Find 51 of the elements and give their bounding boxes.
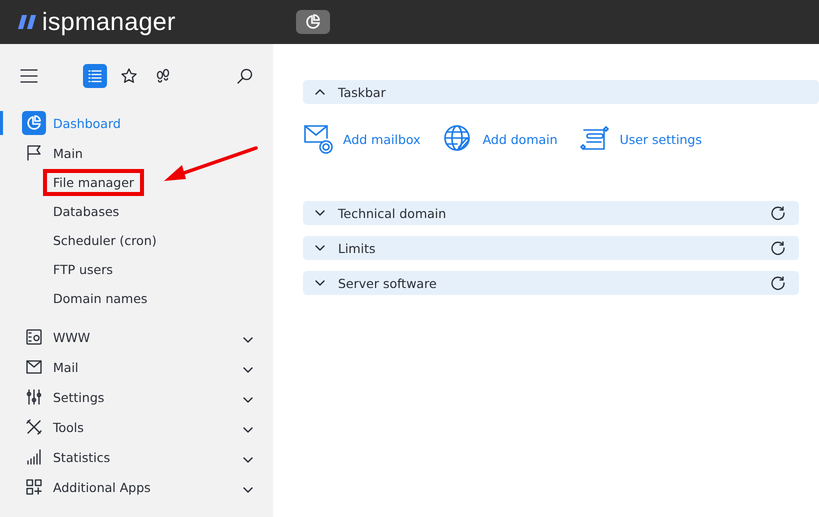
sliders-icon [26, 389, 42, 405]
sidebar-subitem[interactable]: Domain names [53, 291, 148, 306]
settings-form-icon [580, 126, 610, 152]
pie-chart-icon [26, 115, 42, 131]
chevron-down-icon[interactable] [243, 486, 253, 492]
sidebar-item[interactable]: WWW [0, 322, 273, 352]
taskbar-link[interactable]: Add domain [442, 124, 558, 154]
globe-pencil-icon [442, 124, 473, 154]
chevron-down-icon[interactable] [243, 396, 253, 402]
chevron-down-icon[interactable] [243, 336, 253, 342]
chevron-down-icon[interactable] [243, 426, 253, 432]
list-icon[interactable] [83, 64, 107, 88]
apps-icon [26, 479, 42, 495]
sidebar-item[interactable]: Dashboard [0, 108, 273, 138]
sidebar-item[interactable]: Statistics [0, 442, 273, 472]
logo: ispmanager [42, 10, 176, 34]
sidebar-subitem[interactable]: FTP users [53, 262, 113, 277]
menu-icon[interactable] [20, 69, 38, 83]
panel-header[interactable]: Taskbar [303, 80, 819, 104]
sidebar-subitem[interactable]: Databases [53, 204, 120, 219]
panel-header[interactable]: Server software [303, 271, 799, 295]
refresh-icon[interactable] [771, 241, 785, 255]
flag-icon [26, 145, 42, 161]
refresh-icon[interactable] [771, 276, 785, 290]
chevron-down-icon[interactable] [243, 366, 253, 372]
logo-icon [18, 15, 38, 29]
server-gear-icon [26, 329, 42, 345]
tools-icon [26, 419, 42, 435]
chevron-down-icon[interactable] [315, 245, 325, 251]
dashboard-button[interactable] [296, 10, 330, 34]
sidebar-subitem[interactable]: File manager [53, 175, 134, 190]
taskbar-link[interactable]: User settings [580, 126, 702, 152]
taskbar-link[interactable]: Add mailbox [303, 124, 421, 154]
pie-chart-icon [304, 14, 321, 30]
sidebar-item[interactable]: Mail [0, 352, 273, 382]
bar-chart-icon [26, 449, 42, 465]
sidebar-item[interactable]: Main [0, 138, 273, 168]
sidebar-item[interactable]: Additional Apps [0, 472, 273, 502]
chevron-down-icon[interactable] [315, 280, 325, 286]
chevron-down-icon[interactable] [315, 210, 325, 216]
sidebar-item[interactable]: Settings [0, 382, 273, 412]
sidebar-item[interactable]: Tools [0, 412, 273, 442]
mail-icon [26, 360, 42, 374]
panel-header[interactable]: Technical domain [303, 201, 799, 225]
search-icon[interactable] [237, 68, 253, 84]
chevron-down-icon[interactable] [243, 456, 253, 462]
chevron-up-icon[interactable] [315, 89, 325, 95]
sidebar-subitem[interactable]: Scheduler (cron) [53, 233, 157, 248]
panel-header[interactable]: Limits [303, 236, 799, 260]
mail-gear-icon [303, 124, 333, 154]
refresh-icon[interactable] [771, 206, 785, 220]
